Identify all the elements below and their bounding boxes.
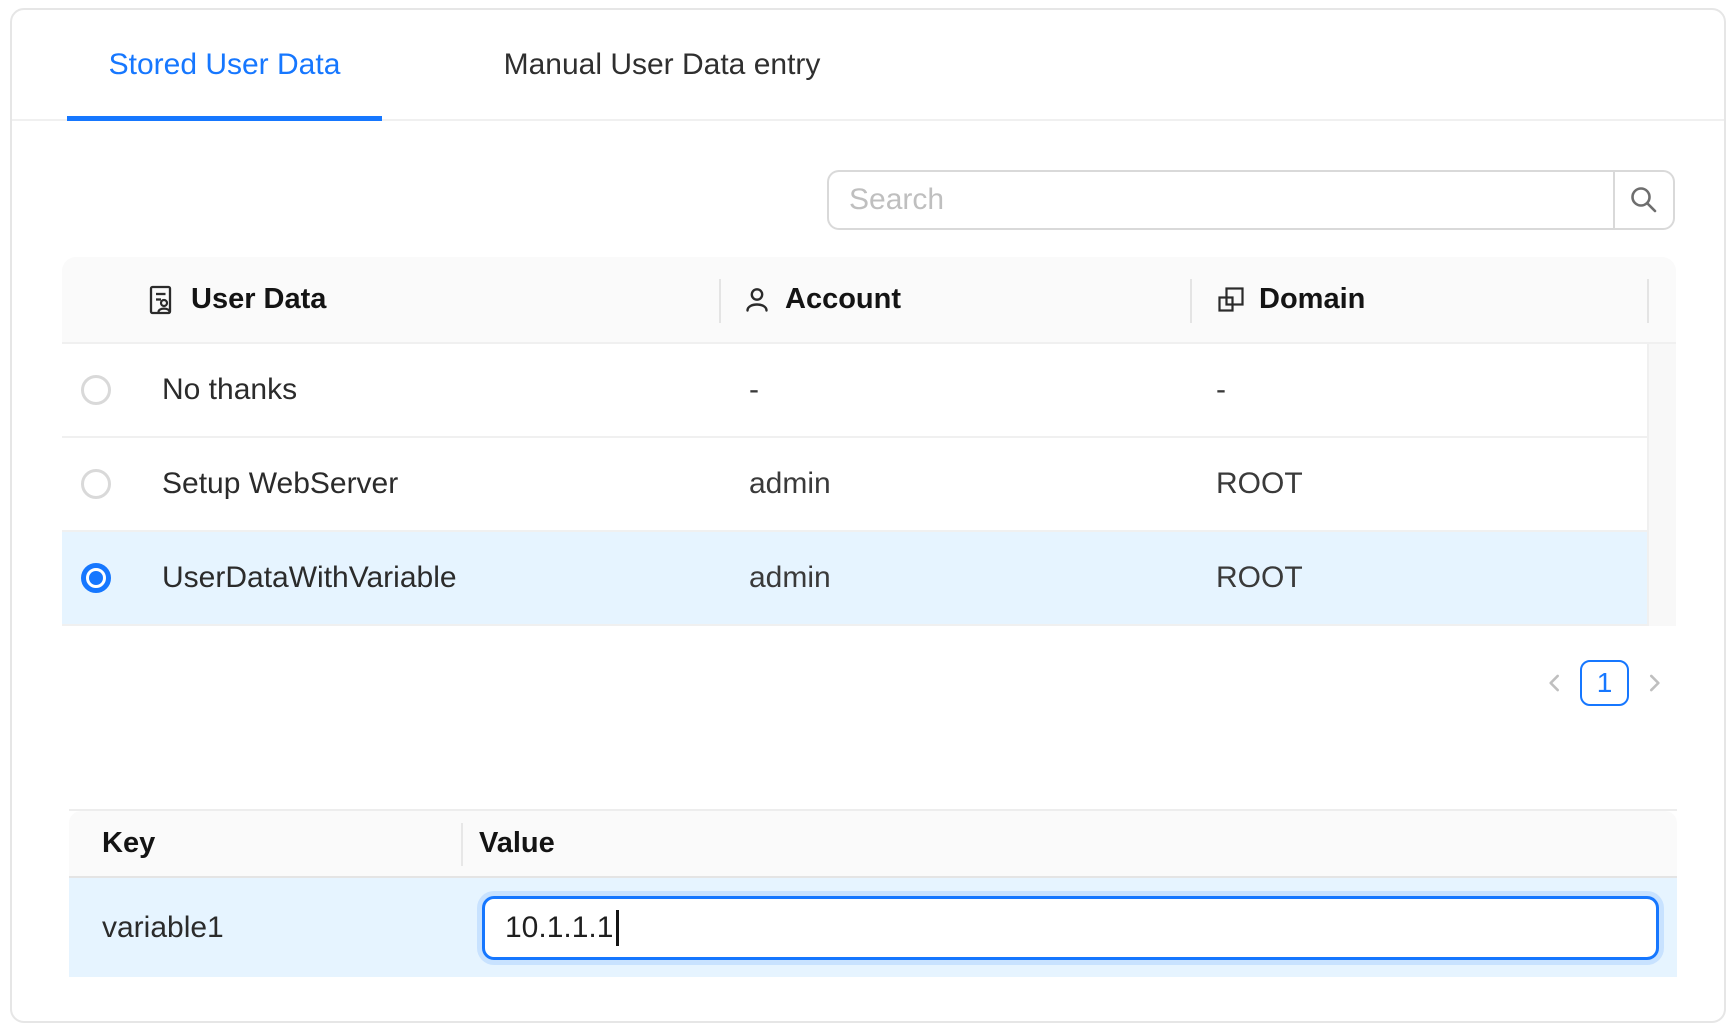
cell-user-data: UserDataWithVariable — [130, 561, 719, 595]
radio-selected[interactable] — [81, 563, 111, 593]
magnifier-icon — [1628, 184, 1660, 216]
header-scrollbar-spacer — [1647, 257, 1676, 342]
user-data-dialog: Stored User Data Manual User Data entry — [10, 8, 1726, 1023]
user-data-table-body: No thanks - - Setup WebServer admin ROOT… — [62, 344, 1676, 626]
person-icon — [742, 285, 772, 315]
variables-table: Key Value variable1 10.1.1.1 — [69, 809, 1677, 977]
variables-table-header: Key Value — [69, 811, 1677, 878]
search-button[interactable] — [1613, 170, 1675, 230]
pagination-next-button[interactable] — [1637, 662, 1671, 704]
cell-account: admin — [719, 561, 1190, 595]
radio-unselected[interactable] — [81, 469, 111, 499]
column-label-domain: Domain — [1259, 283, 1365, 316]
tab-stored-user-data[interactable]: Stored User Data — [67, 10, 382, 119]
radio-unselected[interactable] — [81, 375, 111, 405]
chevron-left-icon — [1542, 670, 1568, 696]
table-row-no-thanks[interactable]: No thanks - - — [62, 344, 1676, 438]
text-cursor — [616, 910, 619, 946]
search-input[interactable] — [827, 170, 1613, 230]
user-data-document-icon — [146, 284, 178, 316]
cell-domain: ROOT — [1190, 467, 1618, 501]
cell-account: admin — [719, 467, 1190, 501]
overlapping-squares-icon — [1216, 285, 1246, 315]
column-header-account: Account — [719, 257, 1190, 342]
column-label-user-data: User Data — [191, 283, 326, 316]
table-scrollbar-track[interactable] — [1647, 344, 1676, 626]
table-row-setup-webserver[interactable]: Setup WebServer admin ROOT — [62, 438, 1676, 532]
column-header-user-data: User Data — [62, 257, 719, 342]
table-row-userdatawithvariable[interactable]: UserDataWithVariable admin ROOT — [62, 532, 1676, 626]
variable-row: variable1 10.1.1.1 — [69, 878, 1677, 977]
cell-user-data: Setup WebServer — [130, 467, 719, 501]
user-data-table-header: User Data Account Domain — [62, 257, 1676, 344]
search-bar — [827, 170, 1675, 230]
column-label-account: Account — [785, 283, 901, 316]
column-header-domain: Domain — [1190, 257, 1647, 342]
tab-bar: Stored User Data Manual User Data entry — [12, 10, 1724, 121]
column-header-key: Key — [69, 827, 461, 860]
cell-domain: ROOT — [1190, 561, 1618, 595]
pagination-page-1[interactable]: 1 — [1580, 660, 1629, 706]
active-tab-indicator — [67, 116, 382, 121]
user-data-table: User Data Account Domain — [62, 257, 1676, 626]
tab-manual-user-data-entry[interactable]: Manual User Data entry — [482, 10, 842, 119]
variable-value-input[interactable]: 10.1.1.1 — [482, 896, 1659, 960]
pagination-previous-button[interactable] — [1538, 662, 1572, 704]
column-header-value: Value — [461, 811, 555, 876]
cell-domain: - — [1190, 373, 1618, 407]
variable-key-label: variable1 — [69, 911, 461, 945]
cell-user-data: No thanks — [130, 373, 719, 407]
variable-value-text: 10.1.1.1 — [505, 911, 613, 945]
cell-account: - — [719, 373, 1190, 407]
chevron-right-icon — [1641, 670, 1667, 696]
